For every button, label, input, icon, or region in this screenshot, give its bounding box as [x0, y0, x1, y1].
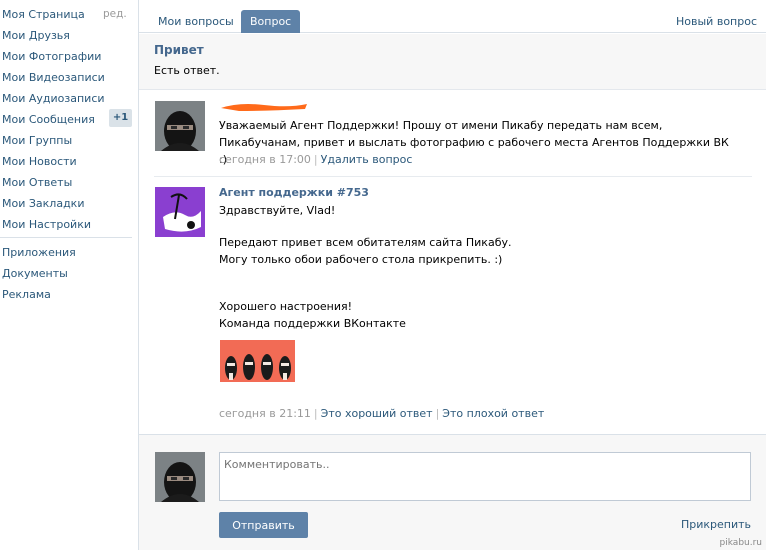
- comment-input[interactable]: [219, 452, 751, 501]
- left-sidebar: Моя Страница ред. Мои Друзья Мои Фотогра…: [0, 0, 138, 550]
- agent-post-time[interactable]: сегодня в 21:11: [219, 407, 311, 420]
- user-post-time[interactable]: сегодня в 17:00: [219, 153, 311, 166]
- sidebar-item-videos[interactable]: Мои Видеозаписи: [2, 67, 105, 88]
- messages-count-badge[interactable]: +1: [109, 109, 132, 127]
- send-button[interactable]: Отправить: [219, 512, 308, 538]
- agent-closing-1: Хорошего настроения!: [219, 300, 353, 313]
- sidebar-item-my-page[interactable]: Моя Страница: [2, 4, 85, 25]
- watermark-text: pikabu.ru: [719, 538, 762, 548]
- delete-question-link[interactable]: Удалить вопрос: [321, 153, 413, 166]
- sidebar-item-settings[interactable]: Мои Настройки: [2, 214, 91, 235]
- sidebar-item-bookmarks[interactable]: Мои Закладки: [2, 193, 84, 214]
- sidebar-item-messages[interactable]: Мои Сообщения: [2, 109, 95, 130]
- agent-name-link[interactable]: Агент поддержки #753: [219, 186, 369, 199]
- sidebar-divider: [0, 237, 132, 238]
- good-answer-link[interactable]: Это хороший ответ: [321, 407, 433, 420]
- agent-line-1: Передают привет всем обитателям сайта Пи…: [219, 236, 512, 249]
- attach-link[interactable]: Прикрепить: [681, 518, 751, 531]
- question-title: Привет: [154, 43, 204, 57]
- tab-my-questions[interactable]: Мои вопросы: [149, 10, 243, 33]
- user-avatar[interactable]: [155, 101, 205, 151]
- agent-greeting: Здравствуйте, Vlad!: [219, 204, 336, 217]
- sidebar-edit-link[interactable]: ред.: [103, 4, 127, 25]
- main-content: Мои вопросы Вопрос Новый вопрос Привет Е…: [138, 0, 766, 550]
- redacted-username: [221, 104, 307, 111]
- tab-question[interactable]: Вопрос: [241, 10, 301, 33]
- user-post-meta: сегодня в 17:00 | Удалить вопрос: [219, 153, 413, 166]
- comment-area: Отправить Прикрепить: [139, 434, 766, 550]
- sidebar-item-ads[interactable]: Реклама: [2, 284, 51, 305]
- sidebar-item-apps[interactable]: Приложения: [2, 242, 76, 263]
- question-header: Привет Есть ответ.: [139, 34, 766, 90]
- tab-bar: Мои вопросы Вопрос Новый вопрос: [139, 0, 766, 33]
- sidebar-item-audio[interactable]: Мои Аудиозаписи: [2, 88, 105, 109]
- sidebar-item-friends[interactable]: Мои Друзья: [2, 25, 70, 46]
- sidebar-item-groups[interactable]: Мои Группы: [2, 130, 72, 151]
- agent-post-meta: сегодня в 21:11 | Это хороший ответ | Это пл…: [219, 407, 545, 420]
- agent-avatar[interactable]: [155, 187, 205, 237]
- sidebar-item-answers[interactable]: Мои Ответы: [2, 172, 72, 193]
- agent-closing-2: Команда поддержки ВКонтакте: [219, 317, 406, 330]
- sidebar-item-photos[interactable]: Мои Фотографии: [2, 46, 101, 67]
- commenter-avatar[interactable]: [155, 452, 205, 502]
- post-divider: [154, 176, 752, 177]
- bad-answer-link[interactable]: Это плохой ответ: [442, 407, 544, 420]
- new-question-link[interactable]: Новый вопрос: [676, 10, 757, 33]
- sidebar-item-news[interactable]: Мои Новости: [2, 151, 77, 172]
- agent-line-2: Могу только обои рабочего стола прикрепи…: [219, 253, 503, 266]
- sidebar-item-documents[interactable]: Документы: [2, 263, 68, 284]
- question-status: Есть ответ.: [154, 64, 220, 77]
- attached-wallpaper-image[interactable]: [220, 340, 295, 382]
